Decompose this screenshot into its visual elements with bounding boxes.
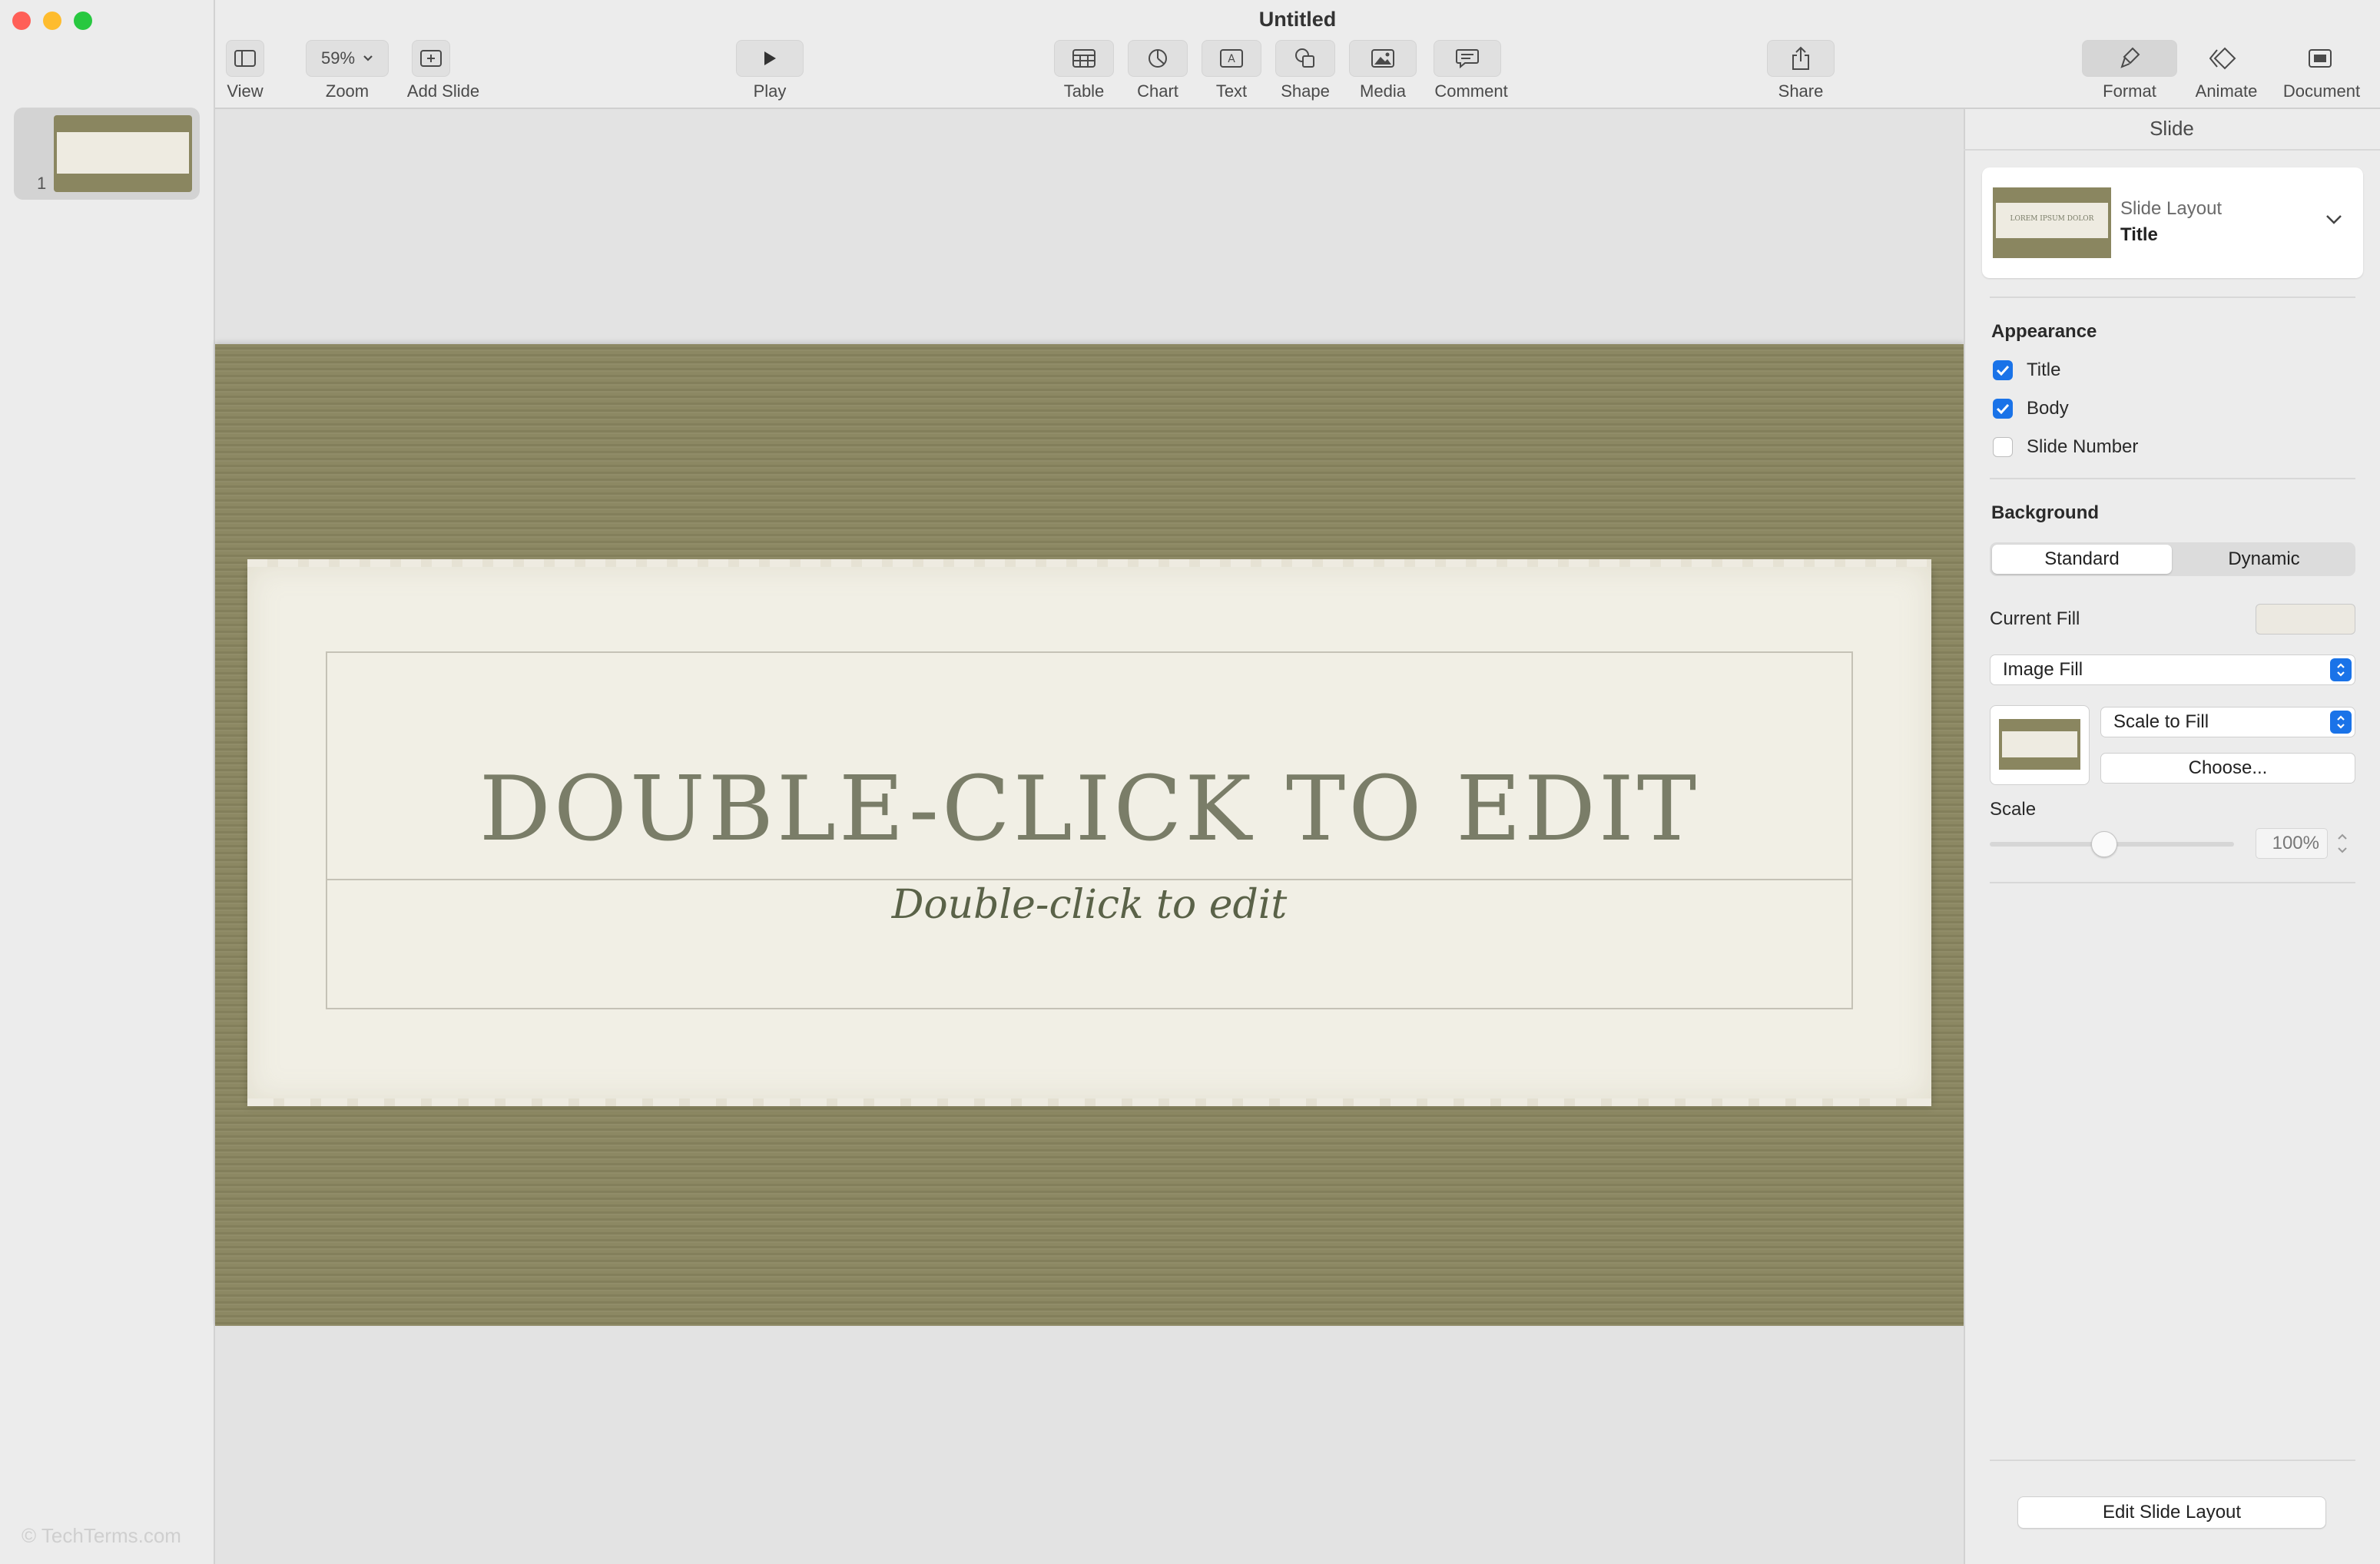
watermark: © TechTerms.com — [22, 1524, 181, 1547]
play-button[interactable] — [736, 40, 804, 77]
slide-layout-label: Slide Layout — [2120, 198, 2223, 219]
background-dynamic-tab[interactable]: Dynamic — [2174, 545, 2354, 574]
edit-slide-layout-button[interactable]: Edit Slide Layout — [2017, 1496, 2326, 1529]
document-button[interactable] — [2272, 40, 2368, 77]
sidebar-icon — [234, 50, 256, 67]
format-label: Format — [2103, 81, 2156, 101]
share-button[interactable] — [1767, 40, 1835, 77]
current-fill-label: Current Fill — [1990, 608, 2080, 629]
minimize-window-button-dot[interactable] — [43, 12, 61, 30]
add-slide-label: Add Slide — [406, 81, 480, 101]
background-heading: Background — [1991, 502, 2100, 523]
updown-chevron-icon — [2330, 711, 2352, 734]
scale-mode-popup[interactable]: Scale to Fill — [2100, 707, 2355, 737]
add-slide-button[interactable] — [412, 40, 450, 77]
comment-button[interactable] — [1434, 40, 1501, 77]
svg-text:A: A — [1228, 53, 1235, 65]
scale-value-field[interactable]: 100% — [2256, 828, 2328, 859]
bottom-divider — [1990, 1460, 2355, 1461]
play-icon — [764, 51, 776, 65]
chevron-down-icon — [363, 55, 373, 61]
updown-chevron-icon — [2330, 658, 2352, 681]
checkmark-icon — [1996, 365, 2010, 376]
add-slide-icon — [420, 50, 442, 67]
slide-thumbnail-paper — [57, 132, 189, 174]
animate-button[interactable] — [2177, 40, 2272, 77]
slide-layout-thumbnail-text: LOREM IPSUM DOLOR — [2010, 215, 2094, 223]
scale-slider-knob[interactable] — [2091, 831, 2117, 857]
current-fill-swatch[interactable] — [2256, 604, 2355, 635]
zoom-label: Zoom — [325, 81, 370, 101]
inspector-title-divider — [1964, 149, 2380, 151]
choose-image-button[interactable]: Choose... — [2100, 753, 2355, 784]
table-label: Table — [1063, 81, 1105, 101]
text-label: Text — [1215, 81, 1248, 101]
appearance-heading: Appearance — [1991, 321, 2097, 342]
slide-body[interactable]: Double-click to edit — [326, 880, 1853, 929]
inspector-title: Slide — [2150, 117, 2194, 140]
image-well-preview-paper — [2002, 731, 2077, 757]
media-button[interactable] — [1349, 40, 1417, 77]
fill-type-popup[interactable]: Image Fill — [1990, 654, 2355, 685]
background-divider — [1990, 882, 2355, 883]
photo-icon — [1371, 49, 1394, 68]
slide-thumbnail-number: 1 — [37, 174, 47, 193]
slide-number-checkbox-label: Slide Number — [2027, 436, 2139, 457]
layout-divider — [1990, 297, 2355, 298]
scale-mode-value: Scale to Fill — [2113, 711, 2209, 732]
title-checkbox-label: Title — [2027, 360, 2061, 380]
slide-title[interactable]: DOUBLE-CLICK TO EDIT — [326, 764, 1853, 856]
document-label: Document — [2282, 81, 2361, 101]
slide-navigator — [0, 0, 215, 1564]
background-standard-tab[interactable]: Standard — [1992, 545, 2172, 574]
close-window-button-dot[interactable] — [12, 12, 31, 30]
paintbrush-icon — [2120, 47, 2140, 68]
animate-diamond-icon — [2209, 47, 2236, 70]
zoom-value: 59% — [320, 48, 356, 68]
chevron-down-icon[interactable] — [2325, 214, 2343, 226]
media-label: Media — [1360, 81, 1406, 101]
title-checkbox-row[interactable]: Title — [1993, 358, 2060, 383]
text-box-icon: A — [1220, 49, 1243, 68]
comment-label: Comment — [1434, 81, 1508, 101]
comment-icon — [1456, 49, 1479, 68]
fill-type-value: Image Fill — [2003, 659, 2083, 680]
slide-layout-value: Title — [2120, 224, 2158, 245]
body-checkbox-row[interactable]: Body — [1993, 396, 2069, 421]
chart-icon — [1149, 49, 1167, 68]
table-button[interactable] — [1054, 40, 1114, 77]
chart-button[interactable] — [1128, 40, 1188, 77]
zoom-window-button-dot[interactable] — [74, 12, 92, 30]
animate-label: Animate — [2195, 81, 2258, 101]
view-button[interactable] — [226, 40, 264, 77]
text-button[interactable]: A — [1202, 40, 1261, 77]
play-label: Play — [753, 81, 787, 101]
format-button[interactable] — [2082, 40, 2177, 77]
title-checkbox[interactable] — [1993, 360, 2013, 380]
share-icon — [1792, 46, 1809, 70]
slide[interactable]: DOUBLE-CLICK TO EDIT Double-click to edi… — [215, 344, 1964, 1326]
toolbar: Untitled View 59% Zoom Add Slide Play Ta… — [215, 0, 2380, 109]
appearance-divider — [1990, 478, 2355, 479]
body-checkbox-label: Body — [2027, 398, 2069, 419]
chart-label: Chart — [1137, 81, 1178, 101]
slide-number-checkbox[interactable] — [1993, 437, 2013, 457]
zoom-dropdown[interactable]: 59% — [306, 40, 389, 77]
share-label: Share — [1778, 81, 1824, 101]
shape-button[interactable] — [1275, 40, 1335, 77]
shape-label: Shape — [1281, 81, 1330, 101]
checkmark-icon — [1996, 403, 2010, 414]
shape-icon — [1295, 48, 1314, 68]
body-checkbox[interactable] — [1993, 399, 2013, 419]
window-title: Untitled — [1258, 8, 1337, 31]
scale-stepper[interactable] — [2334, 828, 2351, 859]
scale-label: Scale — [1990, 799, 2037, 820]
document-icon — [2309, 49, 2332, 68]
view-label: View — [227, 81, 264, 101]
table-icon — [1072, 49, 1096, 68]
slide-number-checkbox-row[interactable]: Slide Number — [1993, 435, 2138, 459]
